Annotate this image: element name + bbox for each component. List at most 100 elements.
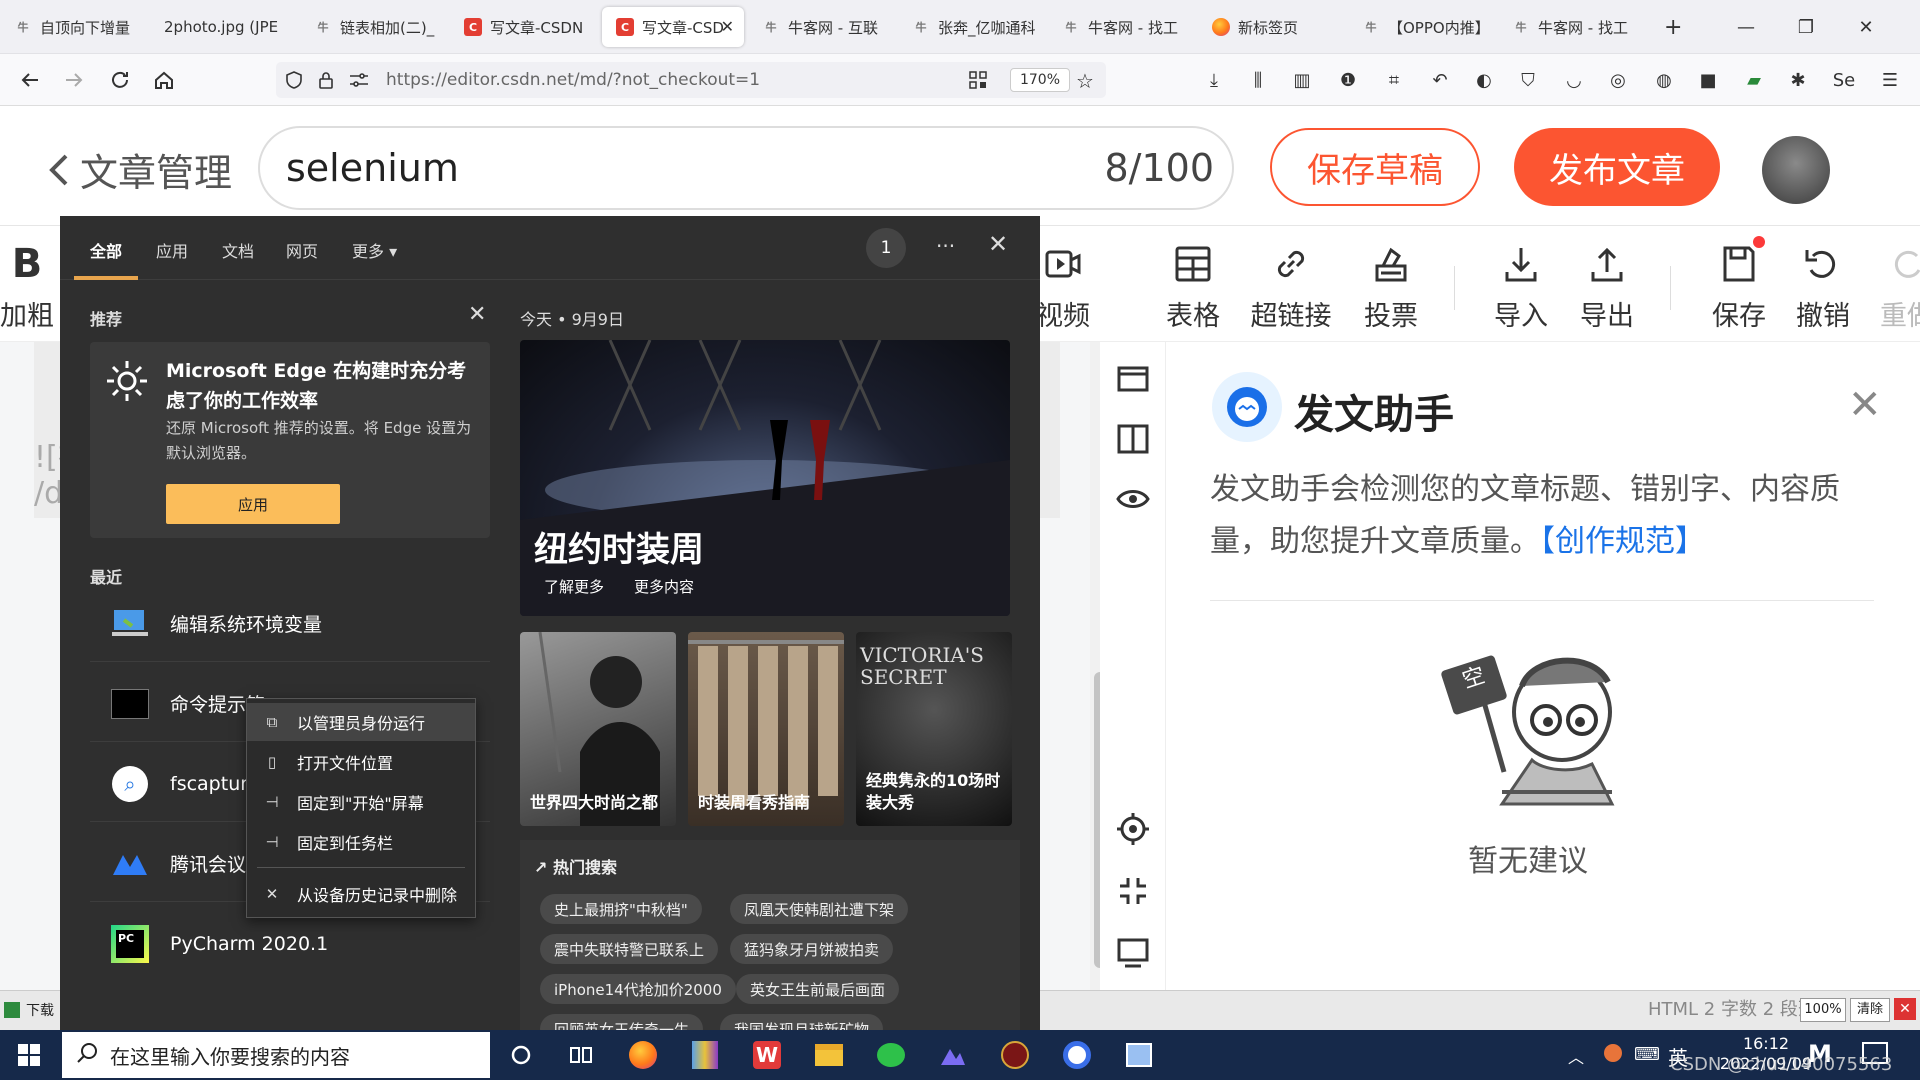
url-bar[interactable]: https://editor.csdn.net/md/?not_checkout… [276,62,1106,98]
close-icon[interactable]: ✕ [468,302,486,327]
monitor-icon[interactable] [1116,936,1150,970]
more-content-link[interactable]: 更多内容 [634,576,694,597]
news-card[interactable]: 世界四大时尚之都 [520,632,676,826]
avatar[interactable] [1762,136,1830,204]
tab-all[interactable]: 全部 [90,238,122,262]
menu-item-open-location[interactable]: ▯ 打开文件位置 [247,743,475,781]
target-icon[interactable] [1116,812,1150,846]
article-title-value[interactable]: selenium [286,146,459,190]
status-clear-button[interactable]: 清除 [1850,998,1890,1022]
wps-icon[interactable]: W [752,1040,782,1070]
tab-docs[interactable]: 文档 [222,238,254,262]
trending-chip[interactable]: 史上最拥挤"中秋档" [540,894,702,924]
recommendation-card[interactable]: Microsoft Edge 在构建时充分考虑了你的工作效率 还原 Micros… [90,342,490,538]
shield-ext-icon[interactable]: ⛉ [1516,68,1540,92]
publish-button[interactable]: 发布文章 [1514,128,1720,206]
menu-item-remove-history[interactable]: ✕ 从设备历史记录中删除 [247,875,475,913]
layout-split-icon[interactable] [1116,422,1150,456]
menu-item-run-as-admin[interactable]: ⧉ 以管理员身份运行 [247,703,475,741]
cortana-icon[interactable] [506,1040,536,1070]
trending-chip[interactable]: 猛犸象牙月饼被拍卖 [730,934,894,964]
close-icon[interactable]: ✕ [1894,998,1916,1020]
tab-2[interactable]: 2photo.jpg (JPE [150,7,300,47]
tool-undo[interactable]: 撤销 [1778,242,1868,333]
settings-ext-icon[interactable]: ✱ [1786,68,1810,92]
extension-1-icon[interactable]: ❶ [1336,68,1360,92]
undo-icon[interactable]: ↶ [1428,68,1452,92]
trending-chip[interactable]: 震中失联特警已联系上 [540,934,719,964]
tab-5-active[interactable]: C 写文章-CSD ✕ [602,7,744,47]
tool-bold[interactable]: B 加粗 [0,241,62,333]
new-tab-button[interactable]: + [1656,7,1692,47]
trending-chip[interactable]: 英女王生前最后画面 [736,974,900,1004]
tab-4[interactable]: C 写文章-CSDN [450,7,600,47]
close-icon[interactable]: ✕ [1848,382,1882,428]
tab-more[interactable]: 更多 ▾ [352,238,397,262]
home-button[interactable] [148,64,180,96]
tab-6[interactable]: 牛牛客网 - 互联 [748,7,898,47]
permissions-icon[interactable] [348,70,370,90]
tab-3[interactable]: 牛链表相加(二)_ [300,7,450,47]
tab-9[interactable]: 新标签页 [1198,7,1348,47]
close-tab-icon[interactable]: ✕ [721,17,734,36]
chevron-up-icon[interactable]: ︿ [1568,1044,1584,1068]
app-window-icon[interactable] [1124,1040,1154,1070]
file-explorer-icon[interactable] [814,1040,844,1070]
app-circle-icon[interactable] [1062,1040,1092,1070]
apply-button[interactable]: 应用 [166,484,340,524]
tab-1[interactable]: 牛自顶向下增量 [0,7,150,47]
library-icon[interactable]: ⫼ [1246,68,1270,92]
creation-guide-link[interactable]: 【创作规范】 [1540,524,1705,559]
sidebar-icon[interactable]: ▥ [1290,68,1314,92]
layout-single-icon[interactable] [1116,362,1150,396]
fullscreen-icon[interactable] [1116,874,1150,908]
download-status[interactable]: 下载 [4,1000,54,1020]
trending-chip[interactable]: iPhone14代抢加价2000 [540,974,736,1004]
tool-import[interactable]: 导入 [1476,242,1566,333]
extension-icon[interactable]: ◐ [1472,68,1496,92]
taskbar-search-box[interactable]: 在这里输入你要搜索的内容 [62,1032,490,1078]
close-window-button[interactable]: ✕ [1836,0,1896,54]
save-draft-button[interactable]: 保存草稿 [1270,128,1480,206]
url-text[interactable]: https://editor.csdn.net/md/?not_checkout… [386,70,760,90]
tool-save[interactable]: 保存 [1694,236,1784,333]
menu-icon[interactable]: ☰ [1878,68,1902,92]
tab-apps[interactable]: 应用 [156,238,188,262]
ghostery-icon[interactable]: ◡ [1562,68,1586,92]
tool-table[interactable]: 表格 [1148,242,1238,333]
reload-button[interactable] [104,64,136,96]
close-icon[interactable]: ✕ [988,230,1008,258]
tool-link[interactable]: 超链接 [1246,242,1336,333]
tab-8[interactable]: 牛牛客网 - 找工 [1048,7,1198,47]
winrar-icon[interactable] [690,1040,720,1070]
more-options-icon[interactable]: ··· [936,234,955,258]
shield-icon[interactable] [284,70,304,90]
rewards-badge[interactable]: 1 [866,228,906,268]
qr-code-icon[interactable] [968,70,988,90]
tool-export[interactable]: 导出 [1562,242,1652,333]
task-view-icon[interactable] [566,1040,596,1070]
status-zoom[interactable]: 100% [1800,998,1846,1022]
selenium-ide-icon[interactable]: Se [1832,68,1856,92]
wechat-icon[interactable] [876,1040,906,1070]
tray-app-icon[interactable] [1604,1044,1622,1062]
article-title-input[interactable]: selenium 8/100 [258,126,1234,210]
news-card[interactable]: VICTORIA'S SECRET 经典隽永的10场时装大秀 [856,632,1012,826]
back-button[interactable] [14,64,46,96]
extension-green-icon[interactable]: ▰ [1742,68,1766,92]
tab-7[interactable]: 牛张奔_亿咖通科 [898,7,1048,47]
learn-more-link[interactable]: 了解更多 [544,576,604,597]
news-card[interactable]: 时装周看秀指南 [688,632,844,826]
menu-item-pin-start[interactable]: ⊣ 固定到"开始"屏幕 [247,783,475,821]
crop-icon[interactable]: ⌗ [1382,68,1406,92]
grammarly-icon[interactable]: ◎ [1606,68,1630,92]
tool-vote[interactable]: 投票 [1346,242,1436,333]
minimize-button[interactable]: — [1716,0,1776,54]
tab-web[interactable]: 网页 [286,238,318,262]
tab-11[interactable]: 牛牛客网 - 找工 [1498,7,1648,47]
star-icon[interactable]: ☆ [1076,69,1094,93]
dark-reader-icon[interactable]: ■ [1696,68,1720,92]
markdown-line[interactable]: /d [34,476,63,511]
news-hero-card[interactable]: 纽约时装周 了解更多 更多内容 [520,340,1010,616]
back-to-articles[interactable]: 文章管理 [46,142,232,197]
